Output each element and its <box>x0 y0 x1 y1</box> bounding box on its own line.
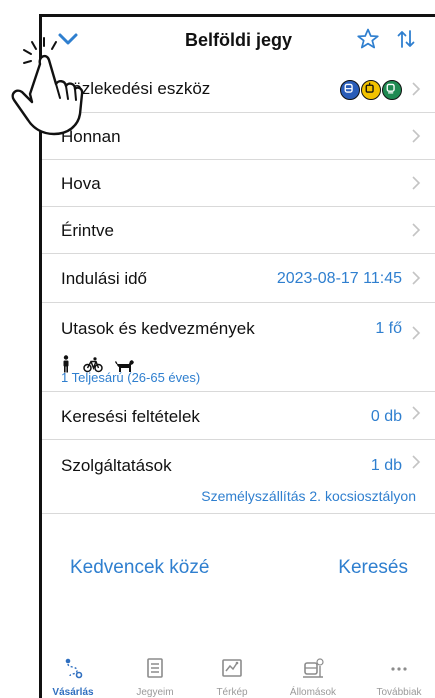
departure-value: 2023-08-17 11:45 <box>276 270 402 287</box>
passengers-label: Utasok és kedvezmények <box>61 319 255 338</box>
tab-label: Továbbiak <box>376 687 422 698</box>
to-label: Hova <box>61 174 101 193</box>
services-detail: Személyszállítás 2. kocsiosztályon <box>201 488 416 504</box>
tab-allomasok[interactable]: Állomások <box>278 657 348 698</box>
chevron-right-icon <box>412 455 421 469</box>
tab-bar: Vásárlás Jegyeim Térkép Állomások Tovább… <box>42 657 435 698</box>
bus-icon <box>340 80 360 100</box>
criteria-row[interactable]: Keresési feltételek 0 db <box>42 392 435 440</box>
chevron-right-icon <box>412 326 421 340</box>
services-value: 1 db <box>370 457 402 474</box>
ticket-search-screen: Belföldi jegy Közlekedési eszköz Honnan … <box>42 17 435 698</box>
departure-row[interactable]: Indulási idő 2023-08-17 11:45 <box>42 254 435 303</box>
ticket-list-icon <box>147 658 163 678</box>
tab-label: Állomások <box>289 687 337 698</box>
swap-icon[interactable] <box>394 27 418 51</box>
to-row[interactable]: Hova <box>42 160 435 207</box>
train-icon <box>382 80 402 100</box>
tap-gesture-hand-icon <box>11 37 84 136</box>
chevron-right-icon <box>412 406 421 420</box>
criteria-label: Keresési feltételek <box>61 407 200 426</box>
map-icon <box>222 659 242 677</box>
passengers-value: 1 fő <box>375 320 402 337</box>
tab-tovabbiak[interactable]: Továbbiak <box>364 657 434 698</box>
passengers-row[interactable]: Utasok és kedvezmények 1 fő 1 Teljesárú … <box>42 303 435 392</box>
chevron-right-icon <box>412 223 421 237</box>
services-row[interactable]: Szolgáltatások 1 db Személyszállítás 2. … <box>42 440 435 514</box>
passengers-detail: 1 Teljesárú (26-65 éves) <box>61 370 201 385</box>
via-row[interactable]: Érintve <box>42 207 435 254</box>
chevron-right-icon <box>412 176 421 190</box>
star-icon[interactable] <box>356 27 380 51</box>
tab-label: Térkép <box>216 687 248 698</box>
departure-label: Indulási idő <box>61 269 148 288</box>
chevron-right-icon <box>412 271 421 285</box>
more-icon <box>391 667 407 671</box>
services-label: Szolgáltatások <box>61 456 172 475</box>
transport-mode-icons <box>340 80 402 100</box>
via-label: Érintve <box>61 221 114 240</box>
criteria-value: 0 db <box>370 408 402 425</box>
chevron-right-icon <box>412 129 421 143</box>
tab-label: Jegyeim <box>136 687 174 698</box>
from-row[interactable]: Honnan <box>42 113 435 160</box>
tram-icon <box>361 80 381 100</box>
add-to-favorites-button[interactable]: Kedvencek közé <box>70 557 209 579</box>
tab-terkep[interactable]: Térkép <box>197 657 267 698</box>
header: Belföldi jegy <box>42 17 435 65</box>
tab-label: Vásárlás <box>52 687 94 698</box>
tab-vasarlas[interactable]: Vásárlás <box>38 657 108 698</box>
transport-row[interactable]: Közlekedési eszköz <box>42 65 435 113</box>
station-icon <box>303 658 324 678</box>
chevron-right-icon <box>412 82 421 96</box>
tab-jegyeim[interactable]: Jegyeim <box>120 657 190 698</box>
search-button[interactable]: Keresés <box>338 557 408 579</box>
route-icon <box>65 658 83 679</box>
